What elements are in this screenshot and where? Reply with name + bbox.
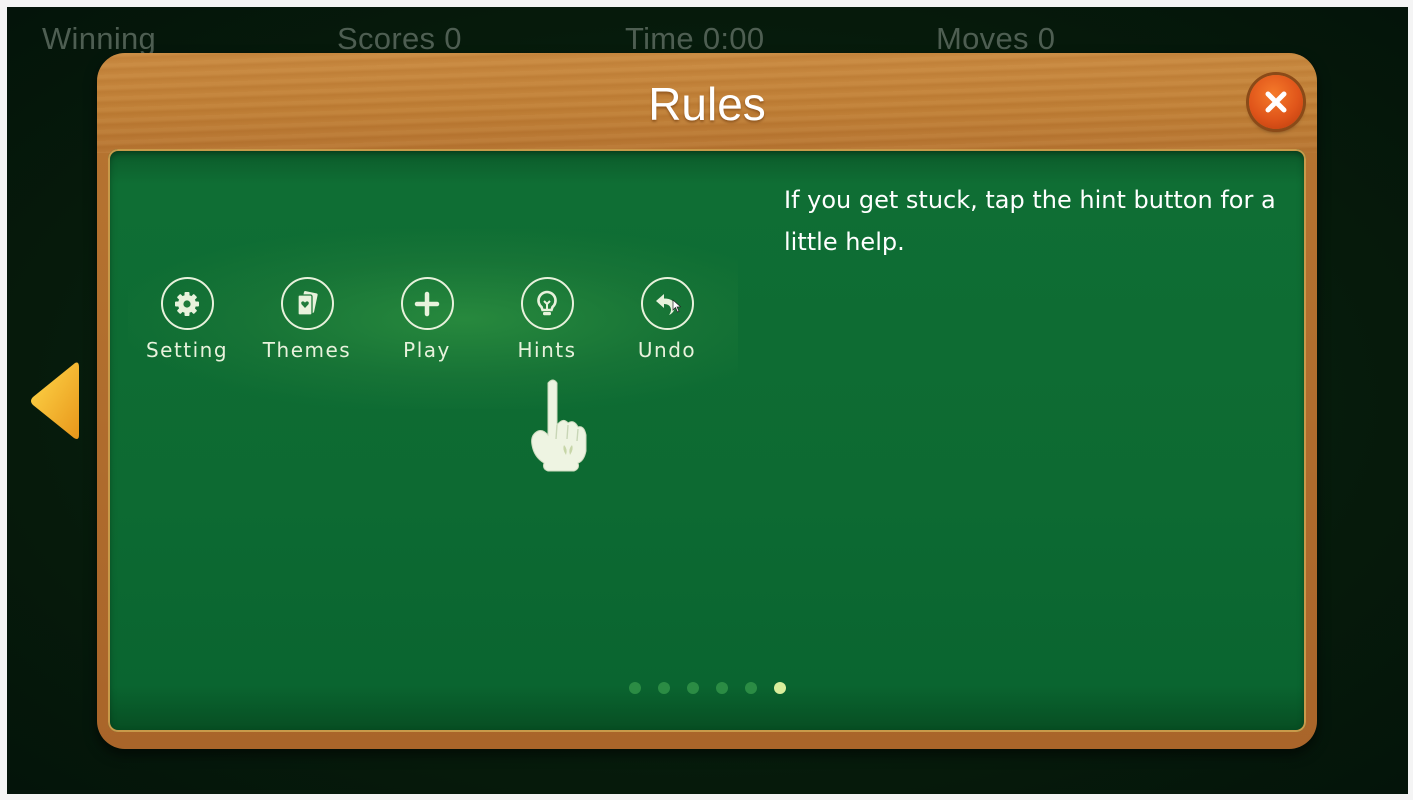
close-x-icon <box>1265 91 1287 113</box>
lightbulb-icon <box>537 290 557 315</box>
rules-board: Setting Themes Play Hints Undo If you ge… <box>108 149 1306 732</box>
left-arrow-icon <box>31 362 79 439</box>
tool-label: Hints <box>517 338 577 362</box>
tool-play: Play <box>372 277 482 362</box>
page-dot-4[interactable] <box>715 682 728 694</box>
cards-icon <box>297 290 318 316</box>
pointing-hand-icon <box>526 377 596 480</box>
gear-icon <box>175 291 199 316</box>
previous-page-button[interactable] <box>27 359 83 448</box>
rule-description: If you get stuck, tap the hint button fo… <box>784 186 1276 256</box>
close-button[interactable] <box>1249 75 1303 129</box>
page-dot-1[interactable] <box>628 682 641 694</box>
game-screen: Winning Scores 0 Time 0:00 Moves 0 Rules <box>7 7 1408 794</box>
tool-label: Play <box>403 338 451 362</box>
page-dot-6-active[interactable] <box>773 682 786 694</box>
rules-dialog: Rules Setting Themes Play Hints Undo If … <box>97 53 1317 749</box>
tool-label: Themes <box>262 338 352 362</box>
page-indicator <box>108 681 1306 699</box>
tool-label: Setting <box>145 338 229 362</box>
tool-undo: Undo <box>612 277 722 362</box>
dialog-title: Rules <box>648 78 766 130</box>
scores-readout: Scores 0 <box>337 21 462 56</box>
tool-themes: Themes <box>252 277 362 362</box>
tool-label: Undo <box>637 338 697 362</box>
moves-readout: Moves 0 <box>936 21 1056 56</box>
page-dot-3[interactable] <box>686 682 699 694</box>
page-dot-5[interactable] <box>744 682 757 694</box>
time-readout: Time 0:00 <box>625 21 765 56</box>
tool-hints: Hints <box>492 277 602 362</box>
tool-setting: Setting <box>132 277 242 362</box>
winning-label: Winning <box>42 21 157 56</box>
undo-icon <box>656 293 681 315</box>
plus-icon <box>414 291 440 316</box>
page-dot-2[interactable] <box>657 682 670 694</box>
